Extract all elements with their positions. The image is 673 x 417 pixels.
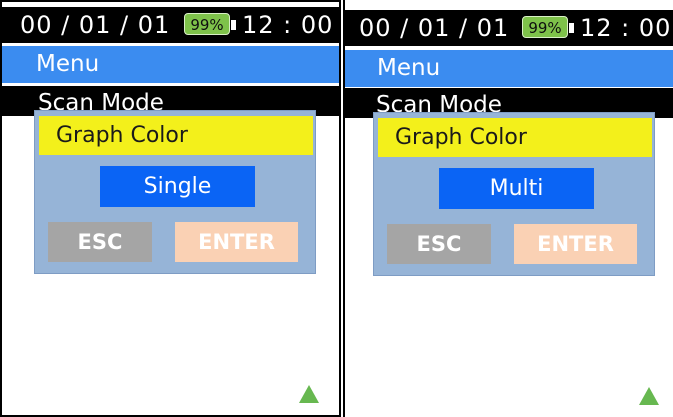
graph-color-dialog: Graph Color Multi ESC ENTER xyxy=(373,112,655,276)
enter-button[interactable]: ENTER xyxy=(514,224,637,264)
dialog-title: Graph Color xyxy=(378,118,652,157)
esc-button[interactable]: ESC xyxy=(387,224,491,264)
triangle-up-icon[interactable] xyxy=(639,387,659,405)
dialog-title: Graph Color xyxy=(39,116,313,155)
triangle-up-icon[interactable] xyxy=(299,385,319,403)
date-display: 00 / 01 / 01 xyxy=(20,11,171,39)
device-screen-multi: 00 / 01 / 01 99% 12 : 00 Menu Scan Mode … xyxy=(343,0,673,417)
status-bar: 00 / 01 / 01 99% 12 : 00 xyxy=(2,7,339,43)
menu-title: Menu xyxy=(377,55,441,81)
graph-color-value[interactable]: Single xyxy=(100,166,255,207)
time-display: 12 : 00 xyxy=(242,11,334,39)
battery-tip xyxy=(569,23,574,33)
menu-bar[interactable]: Menu xyxy=(345,50,673,87)
enter-button[interactable]: ENTER xyxy=(175,222,298,262)
menu-bar[interactable]: Menu xyxy=(2,46,339,83)
battery-tip xyxy=(231,20,236,30)
time-display: 12 : 00 xyxy=(580,14,672,42)
battery-icon: 99% xyxy=(522,16,568,38)
esc-button[interactable]: ESC xyxy=(48,222,152,262)
graph-color-value[interactable]: Multi xyxy=(439,168,594,209)
date-display: 00 / 01 / 01 xyxy=(359,14,510,42)
menu-title: Menu xyxy=(36,51,100,77)
graph-color-dialog: Graph Color Single ESC ENTER xyxy=(34,110,316,274)
status-bar: 00 / 01 / 01 99% 12 : 00 xyxy=(345,10,673,46)
battery-icon: 99% xyxy=(184,13,230,35)
device-screen-single: 00 / 01 / 01 99% 12 : 00 Menu Scan Mode … xyxy=(0,0,341,417)
